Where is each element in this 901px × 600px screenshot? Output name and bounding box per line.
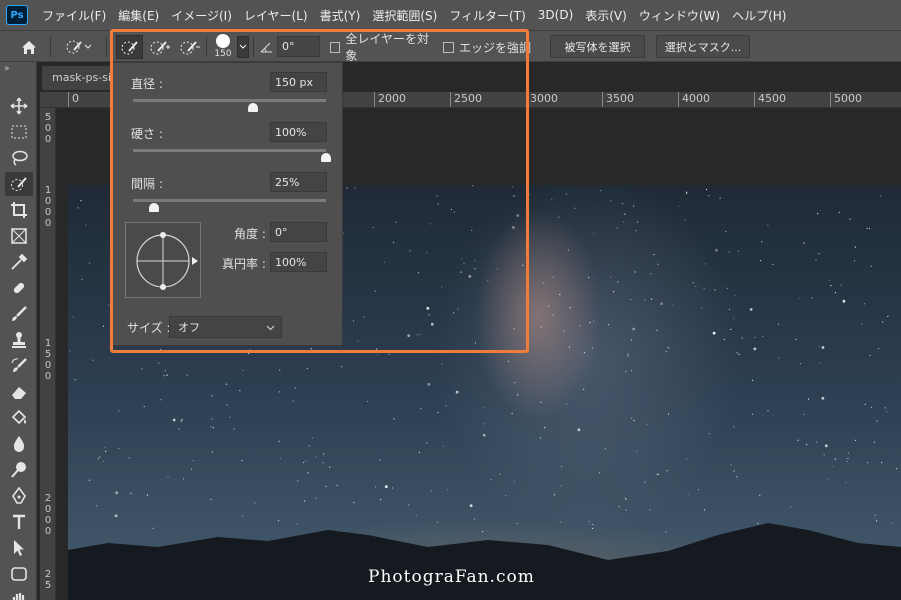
blur-tool-icon[interactable] [5,432,33,456]
brush-tip-icon [216,33,230,48]
pen-tool-icon[interactable] [5,484,33,508]
angle-field[interactable]: 0° [270,222,327,242]
options-bar: 150 0° 全レイヤーを対象 エッジを強調 被写体を選択 選択とマスク... [0,30,901,63]
ruler-label: 1 0 0 0 [44,185,52,229]
ruler-label: 5000 [830,92,862,107]
brush-add-icon [150,41,170,55]
ruler-label: 3500 [602,92,634,107]
ruler-label: 1 5 0 0 [44,338,52,382]
hardness-slider[interactable] [133,149,331,162]
menu-window[interactable]: ウィンドウ(W) [633,7,726,24]
brush-angle-roundness-widget[interactable] [125,222,201,298]
spacing-field[interactable]: 25% [270,172,327,192]
ruler-label: 5 0 0 [44,112,52,145]
sample-all-layers-checkbox[interactable]: 全レイヤーを対象 [330,32,435,63]
paint-bucket-tool-icon[interactable] [5,406,33,430]
menu-select[interactable]: 選択範囲(S) [366,7,443,24]
brush-size-value: 150 [214,48,232,59]
crop-tool-icon[interactable] [5,198,33,222]
document-tab[interactable]: mask-ps-si [42,66,122,90]
healing-brush-tool-icon[interactable] [5,276,33,300]
ruler-label: 2 5 [44,569,52,591]
ruler-label: 4000 [678,92,710,107]
size-dropdown[interactable]: オフ [169,316,282,338]
hardness-field[interactable]: 100% [270,122,327,142]
chevron-down-icon [239,44,247,49]
diameter-slider[interactable] [133,99,326,112]
enhance-edge-label: エッジを強調 [459,40,532,55]
rectangle-tool-icon[interactable] [5,562,33,586]
history-brush-tool-icon[interactable] [5,354,33,378]
spacing-label: 間隔 : [131,177,163,191]
move-tool-icon[interactable] [5,94,33,118]
size-label: サイズ : [127,321,171,335]
home-icon[interactable] [14,35,44,59]
dodge-tool-icon[interactable] [5,458,33,482]
roundness-field[interactable]: 100% [270,252,327,272]
sample-all-layers-label: 全レイヤーを対象 [345,32,430,63]
checkbox-box [443,41,454,53]
lasso-tool-icon[interactable] [5,146,33,170]
marquee-tool-icon[interactable] [5,120,33,144]
brush-options-panel: 直径 : 150 px 硬さ : 100% 間隔 : 25% 角度 : 0° 真… [112,62,343,346]
type-tool-icon[interactable] [5,510,33,534]
brush-new-icon [121,41,138,55]
brush-subtract-icon [180,41,200,55]
brush-angle-field[interactable]: 0° [277,36,320,57]
hardness-slider-thumb[interactable] [321,153,331,162]
add-to-selection-brush-button[interactable] [146,35,173,59]
brush-picker-dropdown[interactable] [237,36,249,58]
menu-help[interactable]: ヘルプ(H) [726,7,792,24]
menu-type[interactable]: 書式(Y) [314,7,367,24]
chevron-down-icon [266,325,275,331]
watermark-logo: PhotograFan.com [368,567,535,587]
diameter-field[interactable]: 150 px [270,72,327,92]
enhance-edge-checkbox[interactable]: エッジを強調 [443,35,533,59]
tools-panel: » [0,62,37,600]
roundness-label: 真円率 : [222,257,266,271]
subtract-from-selection-brush-button[interactable] [176,35,203,59]
ruler-label: 4500 [754,92,786,107]
eraser-tool-icon[interactable] [5,380,33,404]
checkbox-box [330,41,341,53]
angle-icon [258,35,274,59]
frame-tool-icon[interactable] [5,224,33,248]
select-and-mask-button[interactable]: 選択とマスク... [656,35,750,58]
size-selected-value: オフ [178,321,200,334]
menu-layer[interactable]: レイヤー(L) [238,7,314,24]
new-selection-brush-button[interactable] [116,35,143,59]
diameter-label: 直径 : [131,77,163,91]
menu-file[interactable]: ファイル(F) [36,7,112,24]
brush-tool-icon[interactable] [5,302,33,326]
spacing-slider[interactable] [133,199,326,212]
menu-filter[interactable]: フィルター(T) [443,7,531,24]
collapse-icon[interactable]: » [4,64,10,74]
quick-selection-icon [66,40,91,54]
diameter-slider-thumb[interactable] [247,103,258,112]
ruler-label: 0 [68,92,79,107]
photoshop-logo: Ps [6,5,28,25]
ruler-label: 2000 [374,92,406,107]
ruler-label: 2500 [450,92,482,107]
clone-stamp-tool-icon[interactable] [5,328,33,352]
menu-image[interactable]: イメージ(I) [165,7,238,24]
tool-preset-picker[interactable] [58,35,98,59]
brush-size-picker[interactable]: 150 [210,33,236,59]
eyedropper-tool-icon[interactable] [5,250,33,274]
menu-bar: Ps ファイル(F) 編集(E) イメージ(I) レイヤー(L) 書式(Y) 選… [0,0,901,30]
hardness-label: 硬さ : [131,127,163,141]
vertical-ruler: 5 0 0 1 0 0 0 1 5 0 0 2 0 0 0 2 5 [40,108,56,600]
ruler-label: 3000 [526,92,558,107]
menu-view[interactable]: 表示(V) [579,7,633,24]
hand-tool-icon[interactable] [5,586,33,600]
ruler-label: 2 0 0 0 [44,493,52,537]
menu-3d[interactable]: 3D(D) [532,8,579,22]
mountain-silhouette [68,523,901,600]
path-selection-tool-icon[interactable] [5,536,33,560]
spacing-slider-thumb[interactable] [149,203,160,212]
quick-selection-tool-icon[interactable] [5,172,33,196]
angle-label: 角度 : [234,227,266,241]
menu-edit[interactable]: 編集(E) [112,7,165,24]
select-subject-button[interactable]: 被写体を選択 [550,35,645,58]
